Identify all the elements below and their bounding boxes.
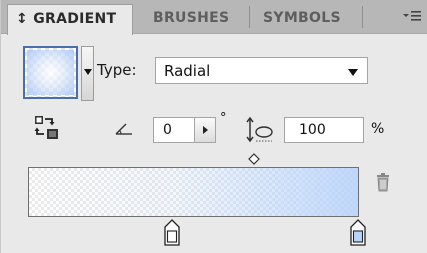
angle-icon [114, 121, 134, 135]
aspect-ratio-icon [244, 116, 274, 144]
gradient-stop-icon[interactable] [164, 219, 180, 246]
tab-gradient[interactable]: ↕ GRADIENT [7, 4, 133, 35]
type-select[interactable]: Radial [155, 57, 368, 84]
gradient-stop-icon[interactable] [350, 219, 366, 246]
reverse-gradient-icon[interactable] [34, 115, 60, 141]
gradient-preview [29, 168, 358, 216]
angle-input[interactable]: 0 [153, 117, 194, 143]
gradient-panel: ↕ GRADIENT BRUSHES SYMBOLS Type: Radial [0, 0, 427, 253]
tab-symbols[interactable]: SYMBOLS [252, 4, 357, 34]
panel-menu-icon[interactable] [402, 9, 422, 26]
gradient-slider[interactable] [28, 167, 359, 217]
midpoint-diamond-icon[interactable] [248, 150, 260, 165]
type-value: Radial [164, 62, 211, 80]
trash-icon[interactable] [374, 172, 392, 192]
percent-symbol: % [371, 121, 385, 137]
gradient-swatch[interactable] [23, 46, 78, 99]
gradient-swatch-preview [27, 50, 74, 95]
swatch-dropdown-button[interactable] [81, 46, 94, 101]
aspect-ratio-input[interactable]: 100 [284, 117, 364, 143]
tab-brushes[interactable]: BRUSHES [143, 4, 245, 34]
angle-stepper-button[interactable] [194, 117, 216, 143]
tab-separator [362, 6, 363, 28]
degree-symbol: ° [220, 111, 227, 126]
tab-bar: ↕ GRADIENT BRUSHES SYMBOLS [1, 0, 427, 35]
chevron-down-icon [348, 69, 358, 76]
tab-separator [249, 6, 250, 28]
type-label: Type: [97, 61, 137, 79]
